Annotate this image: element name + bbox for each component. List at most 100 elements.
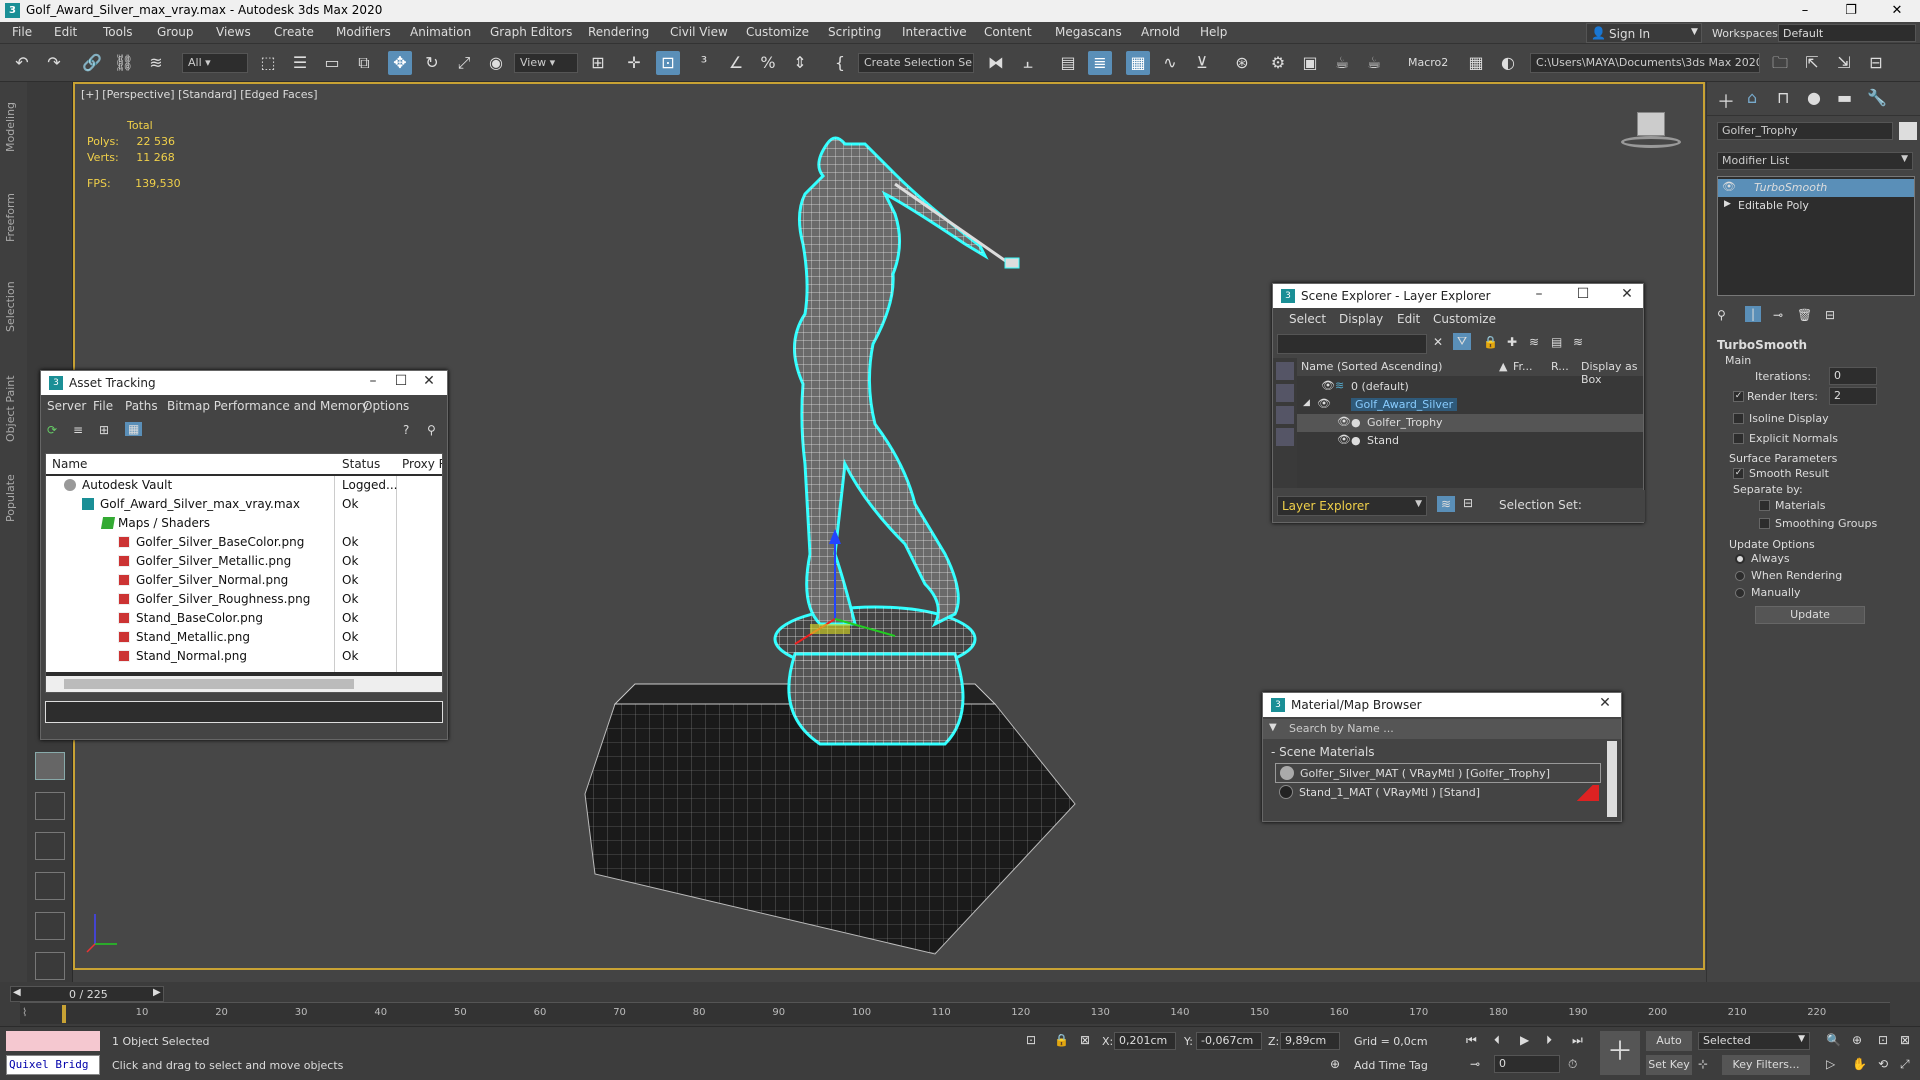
minimize-button[interactable]: – <box>1782 0 1828 22</box>
materials-checkbox[interactable] <box>1759 500 1770 511</box>
layout-grid-icon[interactable] <box>35 952 65 980</box>
material-search-input[interactable]: Search by Name ... <box>1285 720 1615 738</box>
menu-arnold[interactable]: Arnold <box>1141 25 1180 39</box>
stack-item-editable-poly[interactable]: ▶ Editable Poly <box>1718 197 1914 215</box>
isoline-checkbox[interactable] <box>1733 413 1744 424</box>
table-row[interactable]: Autodesk Vault <box>82 478 172 492</box>
layer-properties-icon[interactable]: ▤ <box>1551 335 1562 349</box>
goto-start-icon[interactable]: ⏮ <box>1466 1033 1477 1048</box>
layer-row-stand[interactable]: 👁 ● Stand <box>1297 432 1643 450</box>
pivot-center-icon[interactable]: ⊞ <box>586 51 610 75</box>
column-proxy[interactable]: Proxy R <box>402 457 442 471</box>
layer-stack-icon[interactable]: ≋ <box>1573 335 1583 349</box>
scene-explorer-icon[interactable]: ▤ <box>1056 51 1080 75</box>
add-time-tag[interactable]: Add Time Tag <box>1354 1059 1428 1072</box>
eye-icon[interactable]: 👁 <box>1337 433 1351 446</box>
display-lights-icon[interactable] <box>1276 406 1294 424</box>
hierarchy-tab-icon[interactable]: ⊓ <box>1777 88 1789 107</box>
rotate-icon[interactable]: ↻ <box>420 51 444 75</box>
manually-radio[interactable] <box>1735 588 1745 598</box>
current-frame-field[interactable]: 0 <box>1494 1055 1560 1073</box>
expand-arrow-icon[interactable]: ▶ <box>1724 199 1731 209</box>
rendered-frame-icon[interactable]: ▣ <box>1298 51 1322 75</box>
selection-lock-icon[interactable]: 🔒 <box>1054 1033 1069 1047</box>
macro-label[interactable]: Macro2 <box>1408 56 1448 69</box>
schematic-view-icon[interactable]: ⊻ <box>1190 51 1214 75</box>
motion-tab-icon[interactable]: ● <box>1807 88 1821 107</box>
asset-path-field[interactable] <box>45 701 443 723</box>
time-config-icon[interactable]: ⏱ <box>1568 1057 1577 1072</box>
table-row[interactable]: Maps / Shaders <box>118 516 210 530</box>
next-key-icon[interactable]: ⏵ <box>1546 1033 1552 1048</box>
render-iterative-icon[interactable]: ☕ <box>1362 51 1386 75</box>
display-none-icon[interactable] <box>1276 362 1294 380</box>
column-freeze[interactable]: Fr... <box>1513 360 1533 373</box>
add-layer-icon[interactable]: ✚ <box>1507 335 1517 349</box>
material-item-golfer[interactable]: Golfer_Silver_MAT ( VRayMtl ) [Golfer_Tr… <box>1275 763 1601 783</box>
remove-modifier-icon[interactable]: 🗑 <box>1797 308 1812 322</box>
minimize-icon[interactable]: – <box>1527 286 1551 302</box>
layer-row-golf-award[interactable]: ◢ 👁 Golf_Award_Silver <box>1297 396 1643 414</box>
menu-rendering[interactable]: Rendering <box>588 25 649 39</box>
spinner-snap-icon[interactable]: ⇕ <box>788 51 812 75</box>
time-cursor[interactable] <box>62 1005 66 1023</box>
zoom-icon[interactable]: 🔍 <box>1826 1033 1841 1047</box>
table-row[interactable]: Golfer_Silver_Roughness.png <box>136 592 310 606</box>
at-menu-options[interactable]: Options <box>363 399 409 413</box>
grid-icon[interactable]: ▦ <box>1464 51 1488 75</box>
object-name-field[interactable]: Golfer_Trophy <box>1717 122 1893 140</box>
prev-frame-icon[interactable]: ◀ <box>13 987 21 998</box>
tab-selection[interactable]: Selection <box>4 281 17 332</box>
prev-key-icon[interactable]: ⏴ <box>1494 1033 1500 1048</box>
expand-arrow-icon[interactable]: ◢ <box>1303 398 1310 408</box>
track-bar[interactable]: ⌇ 10 20 30 40 50 60 70 80 90 100 110 120 130 140 150 16… <box>20 1002 1890 1024</box>
menu-file[interactable]: File <box>12 25 32 39</box>
eye-icon[interactable]: 👁 <box>1321 379 1335 392</box>
se-menu-display[interactable]: Display <box>1339 312 1383 326</box>
menu-animation[interactable]: Animation <box>410 25 471 39</box>
render-iters-checkbox[interactable]: ✓ <box>1733 391 1744 402</box>
close-icon[interactable]: ✕ <box>1593 695 1617 711</box>
next-frame-icon[interactable]: ▶ <box>153 987 161 998</box>
key-filter-icon[interactable]: ⊹ <box>1698 1057 1708 1071</box>
z-coord-field[interactable]: 9,89cm <box>1280 1032 1340 1050</box>
workspace-dropdown[interactable]: Default <box>1778 24 1916 42</box>
snaps-toggle-icon[interactable]: ³ <box>692 51 716 75</box>
open-project-icon[interactable]: ⇲ <box>1832 51 1856 75</box>
orbit-icon[interactable]: ⟲ <box>1878 1057 1888 1071</box>
layers-icon[interactable]: ≋ <box>1529 335 1539 349</box>
se-menu-customize[interactable]: Customize <box>1433 312 1496 326</box>
mirror-icon[interactable]: ⧓ <box>984 51 1008 75</box>
restore-button[interactable]: ❐ <box>1828 0 1874 22</box>
menu-help[interactable]: Help <box>1200 25 1227 39</box>
select-by-name-icon[interactable]: ☰ <box>288 51 312 75</box>
eye-icon[interactable]: 👁 <box>1337 415 1351 428</box>
modifier-list-dropdown[interactable]: Modifier List ▼ <box>1717 152 1913 170</box>
tab-freeform[interactable]: Freeform <box>4 193 17 242</box>
layout-split-icon[interactable] <box>35 832 65 860</box>
quixel-bridge-field[interactable]: Quixel Bridg <box>6 1055 100 1075</box>
reference-coord-dropdown[interactable]: View ▾ <box>514 53 578 73</box>
unlink-icon[interactable]: ⛓ <box>112 51 136 75</box>
menu-create[interactable]: Create <box>274 25 314 39</box>
smooth-result-checkbox[interactable]: ✓ <box>1733 468 1744 479</box>
column-status[interactable]: Status <box>342 457 380 471</box>
asset-tracking-title-bar[interactable]: 3 Asset Tracking – ☐ ✕ <box>41 371 447 395</box>
layout-single-icon[interactable] <box>35 752 65 780</box>
clear-search-icon[interactable]: ✕ <box>1433 335 1443 349</box>
make-unique-icon[interactable]: ⊸ <box>1773 308 1783 322</box>
project-path-dropdown[interactable]: C:\Users\MAYA\Documents\3ds Max 2020 <box>1530 53 1760 73</box>
redo-icon[interactable]: ↷ <box>42 51 66 75</box>
help-icon[interactable]: ? <box>403 423 409 437</box>
scale-icon[interactable]: ⤢ <box>452 51 476 75</box>
ribbon-toggle-icon[interactable]: ▦ <box>1126 51 1150 75</box>
menu-modifiers[interactable]: Modifiers <box>336 25 391 39</box>
se-menu-select[interactable]: Select <box>1289 312 1326 326</box>
layer-row-golfer-trophy[interactable]: 👁 ● Golfer_Trophy <box>1297 414 1643 432</box>
close-window-button[interactable]: ✕ <box>1874 0 1920 22</box>
pin-icon[interactable]: ⚲ <box>427 423 436 437</box>
fov-icon[interactable]: ▷ <box>1826 1057 1835 1071</box>
tab-object-paint[interactable]: Object Paint <box>4 375 17 442</box>
key-mode-icon[interactable]: ⊸ <box>1470 1057 1480 1071</box>
object-color-swatch[interactable] <box>1899 122 1917 140</box>
